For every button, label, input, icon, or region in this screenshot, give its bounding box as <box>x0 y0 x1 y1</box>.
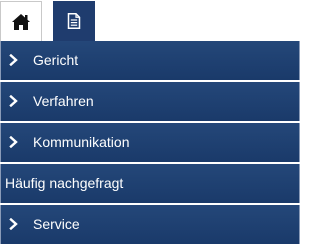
menu-item-kommunikation[interactable]: Kommunikation <box>0 123 300 162</box>
home-icon <box>12 13 30 30</box>
menu-item-label: Kommunikation <box>33 134 130 150</box>
chevron-right-icon <box>9 136 18 148</box>
menu-item-haeufig-nachgefragt[interactable]: Häufig nachgefragt <box>0 164 300 203</box>
menu-item-gericht[interactable]: Gericht <box>0 41 300 80</box>
menu-item-label: Gericht <box>33 52 79 68</box>
tab-document[interactable] <box>53 1 95 41</box>
tab-bar <box>0 0 300 42</box>
tab-home[interactable] <box>0 1 42 41</box>
chevron-right-icon <box>9 95 18 107</box>
chevron-right-icon <box>9 218 18 230</box>
menu-item-service[interactable]: Service <box>0 205 300 244</box>
navigation-menu: Gericht Verfahren Kommunikation Häufig n… <box>0 41 300 244</box>
menu-item-label: Häufig nachgefragt <box>5 175 124 191</box>
menu-item-label: Verfahren <box>33 93 94 109</box>
menu-item-verfahren[interactable]: Verfahren <box>0 82 300 121</box>
menu-item-label: Service <box>33 216 80 232</box>
document-icon <box>67 13 81 29</box>
chevron-right-icon <box>9 54 18 66</box>
